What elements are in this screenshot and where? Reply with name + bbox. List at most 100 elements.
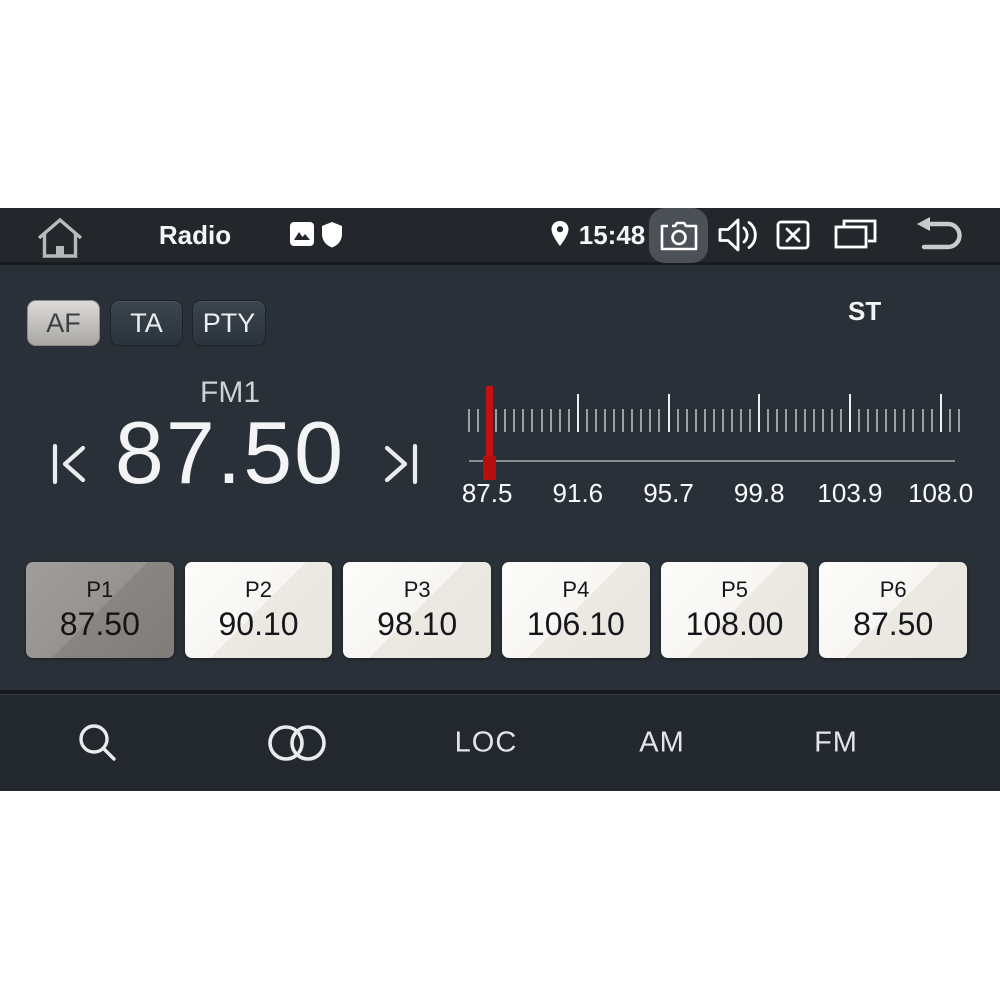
minor-tick: [541, 409, 543, 432]
preset-frequency: 98.10: [377, 606, 457, 643]
ta-toggle-button[interactable]: TA: [110, 300, 183, 346]
minor-tick: [595, 409, 597, 432]
minor-tick: [912, 409, 914, 432]
major-tick: [940, 394, 942, 432]
minor-tick: [631, 409, 633, 432]
picture-icon: [289, 221, 315, 247]
preset-number: P1: [86, 577, 113, 603]
preset-number: P3: [404, 577, 431, 603]
scale-label: 91.6: [553, 478, 604, 509]
minor-tick: [713, 409, 715, 432]
preset-number: P4: [562, 577, 589, 603]
minor-tick: [958, 409, 960, 432]
minor-tick: [822, 409, 824, 432]
scan-search-button[interactable]: [76, 721, 120, 765]
scale-label: 103.9: [817, 478, 882, 509]
shield-icon: [321, 221, 343, 248]
minor-tick: [550, 409, 552, 432]
camera-button[interactable]: [649, 208, 708, 263]
minor-tick: [813, 409, 815, 432]
minor-tick: [495, 409, 497, 432]
pty-button[interactable]: PTY: [192, 300, 266, 346]
fm-label: FM: [814, 726, 858, 759]
minor-tick: [559, 409, 561, 432]
minor-tick: [804, 409, 806, 432]
scale-label: 99.8: [734, 478, 785, 509]
preset-frequency: 87.50: [60, 606, 140, 643]
back-icon: [915, 215, 967, 255]
seek-up-button[interactable]: [378, 440, 422, 488]
minor-tick: [767, 409, 769, 432]
minor-tick: [622, 409, 624, 432]
minor-tick: [922, 409, 924, 432]
minor-tick: [885, 409, 887, 432]
minor-tick: [504, 409, 506, 432]
preset-frequency: 108.00: [686, 606, 784, 643]
scale-label: 87.5: [462, 478, 513, 509]
preset-number: P2: [245, 577, 272, 603]
ta-label: TA: [130, 308, 163, 339]
preset-button-p6[interactable]: P687.50: [819, 562, 967, 658]
fm-band-button[interactable]: FM: [814, 726, 858, 759]
minor-tick: [568, 409, 570, 432]
minor-tick: [731, 409, 733, 432]
preset-frequency: 90.10: [218, 606, 298, 643]
home-icon: [35, 215, 85, 259]
minor-tick: [749, 409, 751, 432]
preset-number: P5: [721, 577, 748, 603]
minor-tick: [686, 409, 688, 432]
minor-tick: [640, 409, 642, 432]
home-button[interactable]: [34, 214, 86, 260]
stereo-indicator: ST: [848, 296, 881, 327]
af-toggle-button[interactable]: AF: [27, 300, 100, 346]
page-title: Radio: [120, 208, 270, 262]
major-tick: [668, 394, 670, 432]
top-status-bar: Radio 15:48: [0, 208, 1000, 265]
seek-down-button[interactable]: [48, 440, 92, 488]
major-tick: [577, 394, 579, 432]
loop-scan-button[interactable]: [266, 723, 328, 763]
pty-label: PTY: [203, 308, 256, 339]
preset-button-p2[interactable]: P2 90.10: [185, 562, 333, 658]
minor-tick: [858, 409, 860, 432]
close-app-button[interactable]: [770, 208, 816, 262]
preset-button-p5[interactable]: P5 108.00: [661, 562, 809, 658]
minor-tick: [722, 409, 724, 432]
scale-label: 95.7: [643, 478, 694, 509]
minor-tick: [931, 409, 933, 432]
preset-button-p1[interactable]: P1 87.50: [26, 562, 174, 658]
volume-button[interactable]: [714, 208, 762, 262]
close-box-icon: [776, 220, 810, 250]
minor-tick: [785, 409, 787, 432]
back-button[interactable]: [910, 208, 972, 262]
tuner-scale[interactable]: 87.591.695.799.8103.9108.0: [468, 388, 960, 518]
major-tick: [849, 394, 851, 432]
loc-button[interactable]: LOC: [455, 726, 518, 759]
major-tick: [758, 394, 760, 432]
minor-tick: [949, 409, 951, 432]
scale-label: 108.0: [908, 478, 973, 509]
minor-tick: [477, 409, 479, 432]
recent-apps-button[interactable]: [828, 208, 882, 262]
minor-tick: [531, 409, 533, 432]
preset-frequency: 106.10: [527, 606, 625, 643]
status-clock: 15:48: [576, 208, 648, 262]
minor-tick: [740, 409, 742, 432]
minor-tick: [704, 409, 706, 432]
am-band-button[interactable]: AM: [639, 726, 685, 759]
loc-label: LOC: [455, 726, 518, 759]
location-pin-icon: [550, 220, 570, 248]
minor-tick: [677, 409, 679, 432]
preset-row: P1 87.50 P2 90.10 P3 98.10 P4 106.10 P5 108.00 P68…: [26, 562, 967, 658]
preset-button-p3[interactable]: P3 98.10: [343, 562, 491, 658]
minor-tick: [695, 409, 697, 432]
radio-app-screen: Radio 15:48: [0, 208, 1000, 791]
camera-icon: [660, 221, 698, 251]
loop-icon: [266, 723, 328, 763]
preset-button-p4[interactable]: P4 106.10: [502, 562, 650, 658]
minor-tick: [840, 409, 842, 432]
minor-tick: [903, 409, 905, 432]
af-label: AF: [46, 308, 81, 339]
speaker-icon: [717, 217, 759, 253]
preset-frequency: 87.50: [853, 606, 933, 643]
